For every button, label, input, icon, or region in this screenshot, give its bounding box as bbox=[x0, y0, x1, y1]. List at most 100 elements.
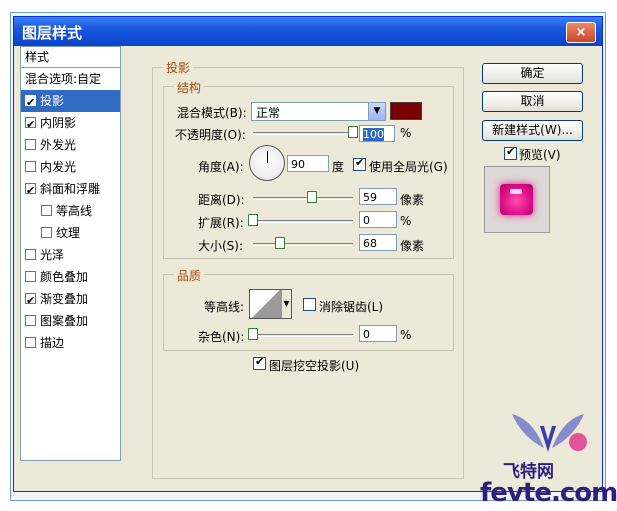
global-light-label: 使用全局光(G) bbox=[369, 160, 448, 174]
style-checkbox[interactable] bbox=[25, 271, 36, 282]
style-preview bbox=[484, 166, 550, 233]
contour-label: 等高线: bbox=[204, 300, 245, 314]
distance-value: 59 bbox=[363, 191, 377, 204]
spread-value: 0 bbox=[363, 214, 370, 227]
spread-slider-thumb[interactable] bbox=[248, 214, 258, 226]
size-slider-track[interactable] bbox=[253, 243, 353, 246]
style-label: 斜面和浮雕 bbox=[40, 182, 101, 196]
style-label: 混合选项:自定 bbox=[25, 72, 102, 86]
styles-list-item[interactable]: ✔ 渐变叠加 bbox=[21, 288, 120, 310]
checkmark-icon: ✔ bbox=[506, 145, 516, 158]
new-style-button[interactable]: 新建样式(W)... bbox=[482, 120, 583, 141]
checkmark-icon: ✔ bbox=[26, 96, 36, 109]
spread-label: 扩展(R): bbox=[198, 216, 244, 230]
preview-checkbox[interactable]: ✔ bbox=[504, 145, 517, 160]
title-bar[interactable]: 图层样式 × bbox=[14, 17, 602, 46]
style-checkbox[interactable]: ✔ bbox=[25, 293, 36, 307]
size-label: 大小(S): bbox=[198, 239, 244, 253]
size-slider-thumb[interactable] bbox=[275, 237, 285, 249]
ok-button[interactable]: 确定 bbox=[482, 63, 583, 84]
style-checkbox[interactable] bbox=[25, 315, 36, 326]
opacity-slider-thumb[interactable] bbox=[348, 126, 358, 138]
noise-unit: % bbox=[400, 328, 412, 342]
angle-unit: 度 bbox=[332, 160, 345, 174]
styles-list-item[interactable]: ✔ 内阴影 bbox=[21, 112, 120, 134]
checkmark-icon: ✔ bbox=[355, 156, 365, 169]
size-input[interactable]: 68 bbox=[359, 234, 397, 251]
preview-label: 预览(V) bbox=[519, 148, 561, 162]
close-button[interactable]: × bbox=[566, 22, 596, 43]
noise-label: 杂色(N): bbox=[198, 330, 245, 344]
distance-label: 距离(D): bbox=[198, 193, 245, 207]
antialias-label: 消除锯齿(L) bbox=[319, 300, 384, 314]
style-label: 纹理 bbox=[56, 226, 81, 240]
blend-mode-select[interactable]: 正常 ▼ bbox=[251, 102, 386, 121]
spread-slider-track[interactable] bbox=[253, 220, 353, 223]
knockout-label: 图层挖空投影(U) bbox=[269, 359, 360, 373]
styles-list-items: 混合选项:自定 ✔ 投影 ✔ 内阴影 外发光内发光 ✔ 斜面和浮雕等高线纹理光泽颜色叠加 ✔ 渐变… bbox=[21, 68, 120, 354]
style-label: 描边 bbox=[40, 336, 65, 350]
style-checkbox[interactable]: ✔ bbox=[25, 117, 36, 131]
cancel-button[interactable]: 取消 bbox=[482, 91, 583, 112]
style-label: 颜色叠加 bbox=[40, 270, 89, 284]
styles-list-item[interactable]: ✔ 斜面和浮雕 bbox=[21, 178, 120, 200]
styles-list-item[interactable]: 纹理 bbox=[21, 222, 120, 244]
size-value: 68 bbox=[363, 237, 377, 250]
dialog-title: 图层样式 bbox=[22, 24, 83, 42]
checkmark-icon: ✔ bbox=[26, 118, 36, 131]
angle-dial[interactable] bbox=[249, 145, 285, 181]
contour-preview[interactable] bbox=[249, 289, 283, 319]
quality-title: 品质 bbox=[174, 267, 205, 284]
distance-slider-track[interactable] bbox=[253, 197, 353, 200]
style-label: 等高线 bbox=[56, 204, 93, 218]
checkmark-icon: ✔ bbox=[26, 294, 36, 307]
styles-list-item[interactable]: 图案叠加 bbox=[21, 310, 120, 332]
noise-slider-thumb[interactable] bbox=[248, 328, 258, 340]
styles-list-item[interactable]: 内发光 bbox=[21, 156, 120, 178]
styles-list-item[interactable]: 混合选项:自定 bbox=[21, 68, 120, 90]
styles-list: 样式 混合选项:自定 ✔ 投影 ✔ 内阴影 外发光内发光 ✔ 斜面和浮雕等高线纹理光泽颜色叠加… bbox=[20, 46, 121, 461]
style-label: 图案叠加 bbox=[40, 314, 89, 328]
style-checkbox[interactable] bbox=[41, 227, 52, 238]
spread-unit: % bbox=[400, 214, 412, 228]
opacity-slider-track[interactable] bbox=[253, 132, 353, 135]
style-checkbox[interactable] bbox=[25, 139, 36, 150]
preview-swatch bbox=[500, 184, 533, 215]
angle-input[interactable]: 90 bbox=[287, 155, 329, 172]
style-checkbox[interactable]: ✔ bbox=[25, 95, 36, 109]
styles-list-header: 样式 bbox=[21, 47, 120, 68]
global-light-checkbox[interactable]: ✔ bbox=[353, 156, 366, 171]
distance-slider-thumb[interactable] bbox=[307, 191, 317, 203]
styles-list-item[interactable]: 颜色叠加 bbox=[21, 266, 120, 288]
knockout-checkbox[interactable]: ✔ bbox=[253, 355, 266, 370]
distance-input[interactable]: 59 bbox=[359, 188, 397, 205]
style-checkbox[interactable] bbox=[41, 205, 52, 216]
blend-mode-label: 混合模式(B): bbox=[177, 106, 247, 120]
spread-input[interactable]: 0 bbox=[359, 211, 397, 228]
styles-list-item[interactable]: 等高线 bbox=[21, 200, 120, 222]
contour-dropdown-icon[interactable]: ▼ bbox=[282, 289, 292, 319]
opacity-unit: % bbox=[400, 126, 412, 140]
style-label: 内发光 bbox=[40, 160, 77, 174]
style-checkbox[interactable]: ✔ bbox=[25, 183, 36, 197]
antialias-checkbox[interactable] bbox=[303, 298, 316, 311]
opacity-input[interactable]: 100 bbox=[359, 125, 395, 142]
drop-shadow-title: 投影 bbox=[163, 59, 194, 76]
styles-list-item[interactable]: 描边 bbox=[21, 332, 120, 354]
watermark-url: fevte.com bbox=[480, 478, 617, 508]
styles-list-item[interactable]: 外发光 bbox=[21, 134, 120, 156]
noise-slider-track[interactable] bbox=[253, 334, 353, 337]
style-label: 投影 bbox=[40, 94, 65, 108]
distance-unit: 像素 bbox=[400, 193, 425, 207]
noise-input[interactable]: 0 bbox=[359, 325, 397, 342]
styles-list-item[interactable]: 光泽 bbox=[21, 244, 120, 266]
chevron-down-icon[interactable]: ▼ bbox=[368, 103, 385, 120]
style-label: 光泽 bbox=[40, 248, 65, 262]
noise-value: 0 bbox=[363, 328, 370, 341]
checkmark-icon: ✔ bbox=[255, 355, 265, 368]
style-checkbox[interactable] bbox=[25, 161, 36, 172]
style-checkbox[interactable] bbox=[25, 249, 36, 260]
style-checkbox[interactable] bbox=[25, 337, 36, 348]
styles-list-item[interactable]: ✔ 投影 bbox=[21, 90, 120, 112]
shadow-color-swatch[interactable] bbox=[390, 102, 422, 120]
